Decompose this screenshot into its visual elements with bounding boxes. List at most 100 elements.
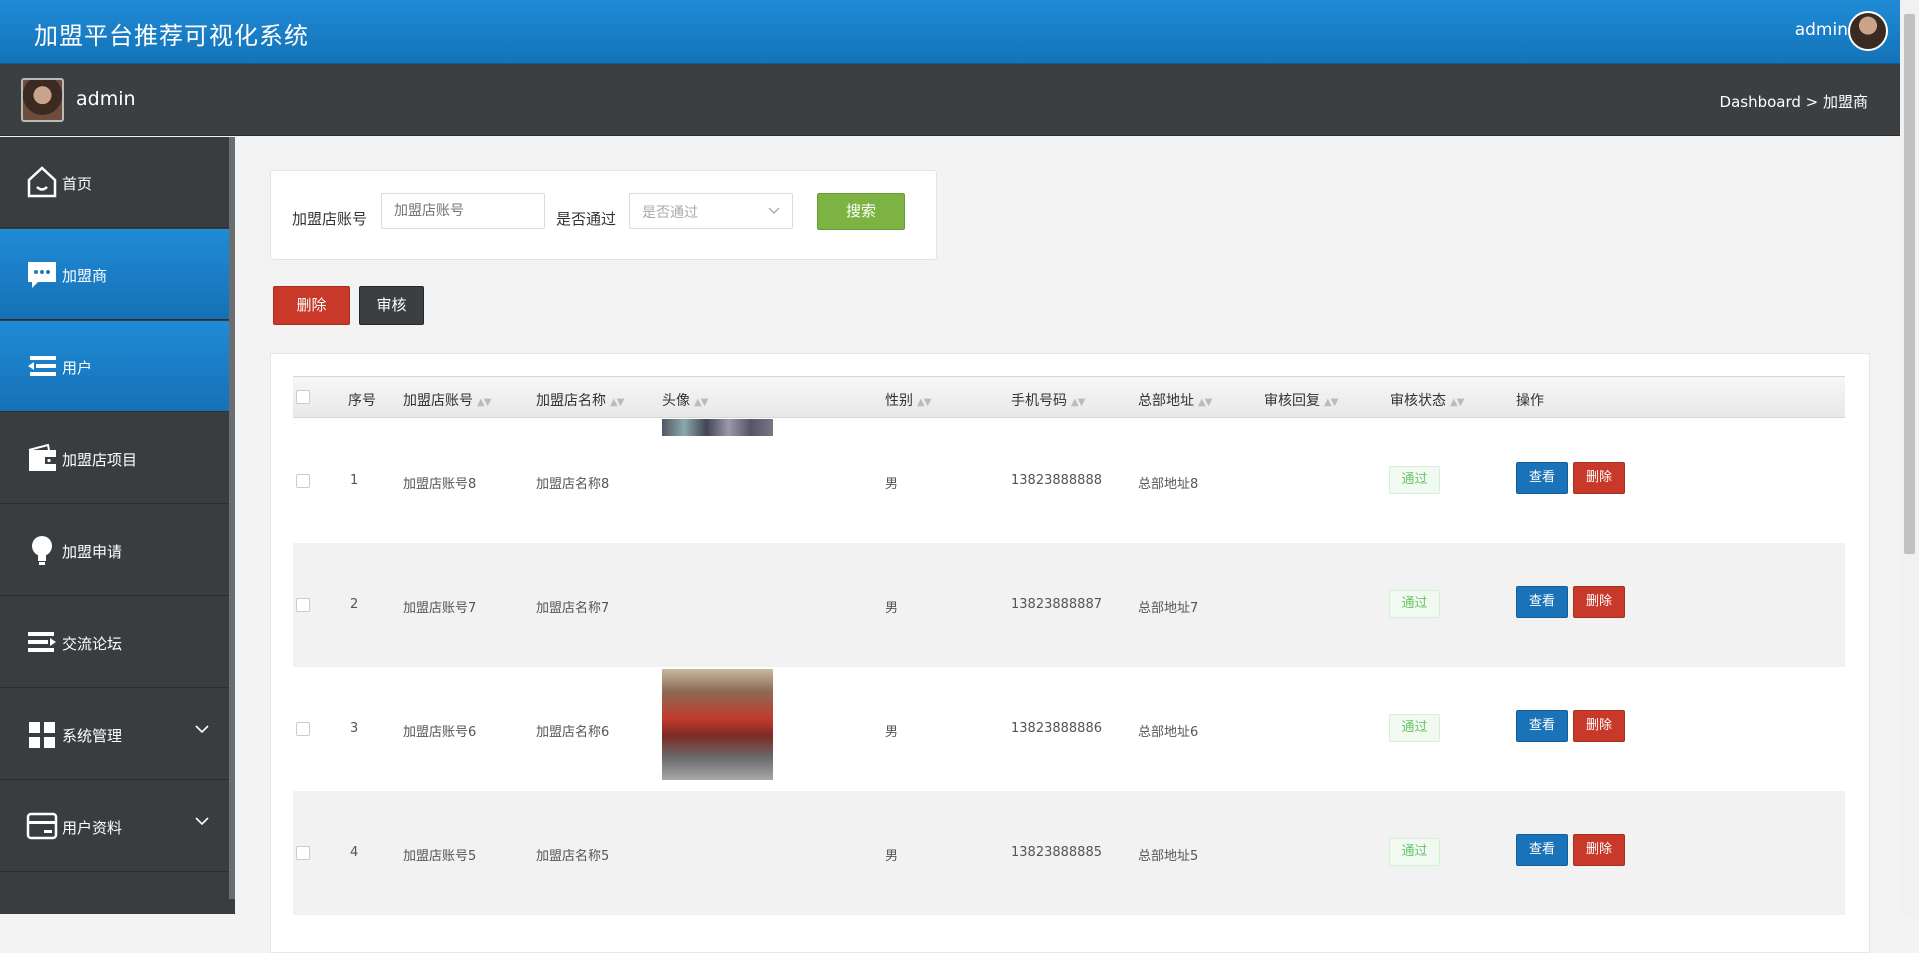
sidebar-item-franchisor[interactable]: 加盟商 (0, 229, 229, 320)
col-phone[interactable]: 手机号码 ▲▼ (1011, 390, 1085, 410)
chevron-down-icon (195, 723, 209, 738)
cell-gender: 男 (885, 601, 899, 616)
chat-icon (26, 257, 58, 291)
forum-icon (26, 625, 58, 659)
col-phone-label: 手机号码 (1011, 393, 1067, 409)
sidebar-item-home[interactable]: 首页 (0, 137, 229, 228)
cell-name: 加盟店名称5 (536, 849, 610, 864)
sidebar-username: admin (76, 88, 136, 110)
page-scrollbar-thumb[interactable] (1904, 14, 1915, 554)
delete-button[interactable]: 删除 (1573, 586, 1625, 618)
cell-index: 1 (350, 473, 359, 488)
breadcrumb[interactable]: Dashboard > 加盟商 (1720, 91, 1868, 112)
table-row: 2 加盟店账号7 加盟店名称7 男 13823888887 总部地址7 通过 查… (293, 543, 1845, 667)
account-search-input[interactable] (381, 193, 545, 229)
sidebar-scrollbar[interactable] (229, 137, 235, 899)
row-checkbox[interactable] (296, 722, 310, 736)
sort-icon: ▲▼ (917, 397, 931, 408)
view-button[interactable]: 查看 (1516, 834, 1568, 866)
view-button[interactable]: 查看 (1516, 462, 1568, 494)
col-account-label: 加盟店账号 (403, 393, 473, 409)
cell-phone: 13823888887 (1011, 597, 1102, 612)
app-title: 加盟平台推荐可视化系统 (34, 22, 309, 50)
sidebar-item-label: 用户资料 (62, 819, 123, 837)
home-icon (26, 165, 58, 199)
sidebar-item-applications[interactable]: 加盟申请 (0, 505, 229, 596)
table-row: 3 加盟店账号6 加盟店名称6 男 13823888886 总部地址6 通过 查… (293, 667, 1845, 791)
table-row: 1 加盟店账号8 加盟店名称8 男 13823888888 总部地址8 通过 查… (293, 419, 1845, 543)
col-status-label: 审核状态 (1390, 393, 1446, 409)
cell-name: 加盟店名称6 (536, 725, 610, 740)
cell-index: 3 (350, 721, 359, 736)
col-address[interactable]: 总部地址 ▲▼ (1138, 390, 1212, 410)
delete-button[interactable]: 删除 (1573, 834, 1625, 866)
avatar-image (662, 419, 773, 436)
row-checkbox[interactable] (296, 474, 310, 488)
data-table: 序号 加盟店账号 ▲▼ 加盟店名称 ▲▼ 头像 ▲▼ 性别 ▲▼ 手机号码 ▲▼ 总部地址… (270, 353, 1870, 953)
sort-icon: ▲▼ (1450, 397, 1464, 408)
sidebar-item-label: 加盟店项目 (62, 451, 138, 469)
sidebar-item-label: 加盟商 (62, 267, 108, 285)
sidebar-item-projects[interactable]: 加盟店项目 (0, 413, 229, 504)
bulk-delete-button[interactable]: 删除 (273, 286, 350, 325)
page-scrollbar[interactable] (1900, 0, 1919, 914)
status-badge: 通过 (1389, 466, 1440, 494)
sidebar-item-system[interactable]: 系统管理 (0, 689, 229, 780)
sidebar-item-label: 系统管理 (62, 727, 123, 745)
col-reply[interactable]: 审核回复 ▲▼ (1264, 390, 1338, 410)
table-header: 序号 加盟店账号 ▲▼ 加盟店名称 ▲▼ 头像 ▲▼ 性别 ▲▼ 手机号码 ▲▼ 总部地址… (293, 376, 1845, 418)
cell-index: 4 (350, 845, 359, 860)
table-row: 4 加盟店账号5 加盟店名称5 男 13823888885 总部地址5 通过 查… (293, 791, 1845, 915)
cell-gender: 男 (885, 725, 899, 740)
sort-icon: ▲▼ (1071, 397, 1085, 408)
chevron-down-icon (768, 203, 780, 219)
header-avatar[interactable] (1848, 11, 1888, 51)
pass-select-placeholder: 是否通过 (642, 205, 698, 221)
sidebar-item-label: 用户 (62, 359, 93, 377)
list-icon (26, 349, 58, 383)
sidebar-item-label: 首页 (62, 175, 93, 193)
cell-address: 总部地址6 (1138, 725, 1199, 740)
status-badge: 通过 (1389, 714, 1440, 742)
col-name[interactable]: 加盟店名称 ▲▼ (536, 390, 624, 410)
col-address-label: 总部地址 (1138, 393, 1194, 409)
search-button[interactable]: 搜索 (817, 193, 905, 230)
delete-button[interactable]: 删除 (1573, 462, 1625, 494)
pass-select[interactable]: 是否通过 (629, 193, 793, 229)
cell-index: 2 (350, 597, 359, 612)
col-account[interactable]: 加盟店账号 ▲▼ (403, 390, 491, 410)
chevron-down-icon (195, 815, 209, 830)
cell-name: 加盟店名称7 (536, 601, 610, 616)
cell-account: 加盟店账号6 (403, 725, 477, 740)
cell-address: 总部地址7 (1138, 601, 1199, 616)
row-checkbox[interactable] (296, 598, 310, 612)
sub-header: admin Dashboard > 加盟商 (0, 64, 1900, 136)
header-username[interactable]: admin (1795, 20, 1848, 40)
sort-icon: ▲▼ (610, 397, 624, 408)
cell-gender: 男 (885, 477, 899, 492)
cell-account: 加盟店账号7 (403, 601, 477, 616)
account-label: 加盟店账号 (292, 210, 368, 228)
col-status[interactable]: 审核状态 ▲▼ (1390, 390, 1464, 410)
col-gender[interactable]: 性别 ▲▼ (885, 390, 931, 410)
col-reply-label: 审核回复 (1264, 393, 1320, 409)
view-button[interactable]: 查看 (1516, 710, 1568, 742)
sidebar-item-forum[interactable]: 交流论坛 (0, 597, 229, 688)
sort-icon: ▲▼ (694, 397, 708, 408)
col-gender-label: 性别 (885, 393, 913, 409)
row-checkbox[interactable] (296, 846, 310, 860)
select-all-checkbox[interactable] (296, 390, 310, 404)
cell-address: 总部地址8 (1138, 477, 1199, 492)
sidebar-item-profile[interactable]: 用户资料 (0, 781, 229, 872)
wallet-icon (26, 441, 58, 475)
col-avatar[interactable]: 头像 ▲▼ (662, 390, 708, 410)
audit-button[interactable]: 审核 (359, 286, 424, 325)
sidebar-item-users[interactable]: 用户 (0, 321, 229, 412)
view-button[interactable]: 查看 (1516, 586, 1568, 618)
avatar-image (662, 669, 773, 780)
sort-icon: ▲▼ (477, 397, 491, 408)
cell-name: 加盟店名称8 (536, 477, 610, 492)
delete-button[interactable]: 删除 (1573, 710, 1625, 742)
sidebar-item-label: 交流论坛 (62, 635, 123, 653)
cell-address: 总部地址5 (1138, 849, 1199, 864)
